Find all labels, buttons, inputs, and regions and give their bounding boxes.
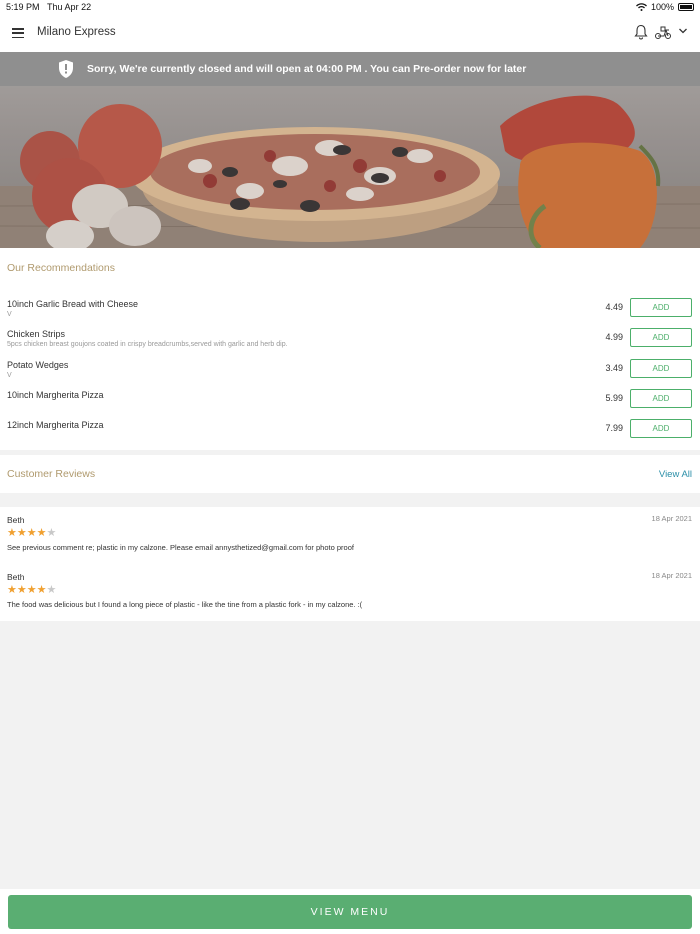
review-text: See previous comment re; plastic in my c… <box>7 543 354 552</box>
recommendation-item: 12inch Margherita Pizza 7.99 ADD <box>0 418 700 446</box>
recommendation-item: 10inch Margherita Pizza 5.99 ADD <box>0 388 700 416</box>
review-text: The food was delicious but I found a lon… <box>7 600 363 609</box>
review-item: Beth 18 Apr 2021 ★★★★★ The food was deli… <box>0 564 700 619</box>
star-filled-icon: ★ <box>26 584 37 596</box>
item-desc: 5pcs chicken breast goujons coated in cr… <box>7 341 288 348</box>
recommendation-item: 10inch Garlic Bread with Cheese V 4.49 A… <box>0 297 700 325</box>
battery-percent: 100% <box>650 2 674 12</box>
view-menu-button[interactable]: VIEW MENU <box>8 895 692 929</box>
item-desc: V <box>7 372 12 379</box>
add-button[interactable]: ADD <box>630 389 692 408</box>
item-desc: V <box>7 311 12 318</box>
reviewer-name: Beth <box>7 515 25 525</box>
status-time: 5:19 PM Thu Apr 22 <box>6 2 92 12</box>
item-price: 4.99 <box>605 332 623 342</box>
reviews-list: Beth 18 Apr 2021 ★★★★★ See previous comm… <box>0 507 700 621</box>
star-rating: ★★★★★ <box>7 526 56 539</box>
closed-banner: Sorry, We're currently closed and will o… <box>0 52 700 86</box>
item-name: Chicken Strips <box>7 329 66 339</box>
star-filled-icon: ★ <box>16 527 27 539</box>
chevron-down-icon[interactable] <box>678 26 688 36</box>
item-price: 5.99 <box>605 393 623 403</box>
menu-icon[interactable] <box>12 28 24 39</box>
item-name: Potato Wedges <box>7 360 69 370</box>
star-empty-icon: ★ <box>46 584 57 596</box>
add-button[interactable]: ADD <box>630 359 692 378</box>
star-filled-icon: ★ <box>16 584 27 596</box>
delivery-scooter-icon[interactable] <box>654 24 672 40</box>
review-date: 18 Apr 2021 <box>651 571 692 580</box>
battery-icon <box>678 3 694 11</box>
bell-icon[interactable] <box>634 24 648 40</box>
shield-alert-icon <box>59 60 73 78</box>
item-name: 10inch Garlic Bread with Cheese <box>7 299 139 309</box>
item-price: 7.99 <box>605 423 623 433</box>
star-filled-icon: ★ <box>36 584 47 596</box>
star-filled-icon: ★ <box>7 527 17 539</box>
add-button[interactable]: ADD <box>630 298 692 317</box>
view-all-link[interactable]: View All <box>659 469 692 480</box>
item-name: 10inch Margherita Pizza <box>7 390 104 400</box>
recommendations-section: Our Recommendations 10inch Garlic Bread … <box>0 248 700 450</box>
hero-image <box>0 86 700 248</box>
add-button[interactable]: ADD <box>630 419 692 438</box>
bottom-bar: VIEW MENU <box>0 889 700 934</box>
closed-message: Sorry, We're currently closed and will o… <box>87 63 527 75</box>
star-filled-icon: ★ <box>7 584 17 596</box>
item-price: 4.49 <box>605 302 623 312</box>
wifi-icon <box>636 3 647 11</box>
reviews-title: Customer Reviews <box>7 468 96 480</box>
star-filled-icon: ★ <box>36 527 47 539</box>
reviews-header: Customer Reviews View All <box>0 455 700 493</box>
add-button[interactable]: ADD <box>630 328 692 347</box>
star-filled-icon: ★ <box>26 527 37 539</box>
status-bar: 5:19 PM Thu Apr 22 100% <box>0 0 700 14</box>
pizza-image <box>0 86 700 248</box>
item-price: 3.49 <box>605 363 623 373</box>
app-title: Milano Express <box>37 26 116 38</box>
app-bar: Milano Express <box>0 14 700 52</box>
review-item: Beth 18 Apr 2021 ★★★★★ See previous comm… <box>0 507 700 562</box>
recommendation-item: Chicken Strips 5pcs chicken breast goujo… <box>0 327 700 355</box>
item-name: 12inch Margherita Pizza <box>7 420 104 430</box>
status-right: 100% <box>636 2 694 12</box>
reviewer-name: Beth <box>7 572 25 582</box>
recommendations-title: Our Recommendations <box>7 262 115 274</box>
star-empty-icon: ★ <box>46 527 57 539</box>
star-rating: ★★★★★ <box>7 583 56 596</box>
recommendation-item: Potato Wedges V 3.49 ADD <box>0 358 700 386</box>
review-date: 18 Apr 2021 <box>651 514 692 523</box>
